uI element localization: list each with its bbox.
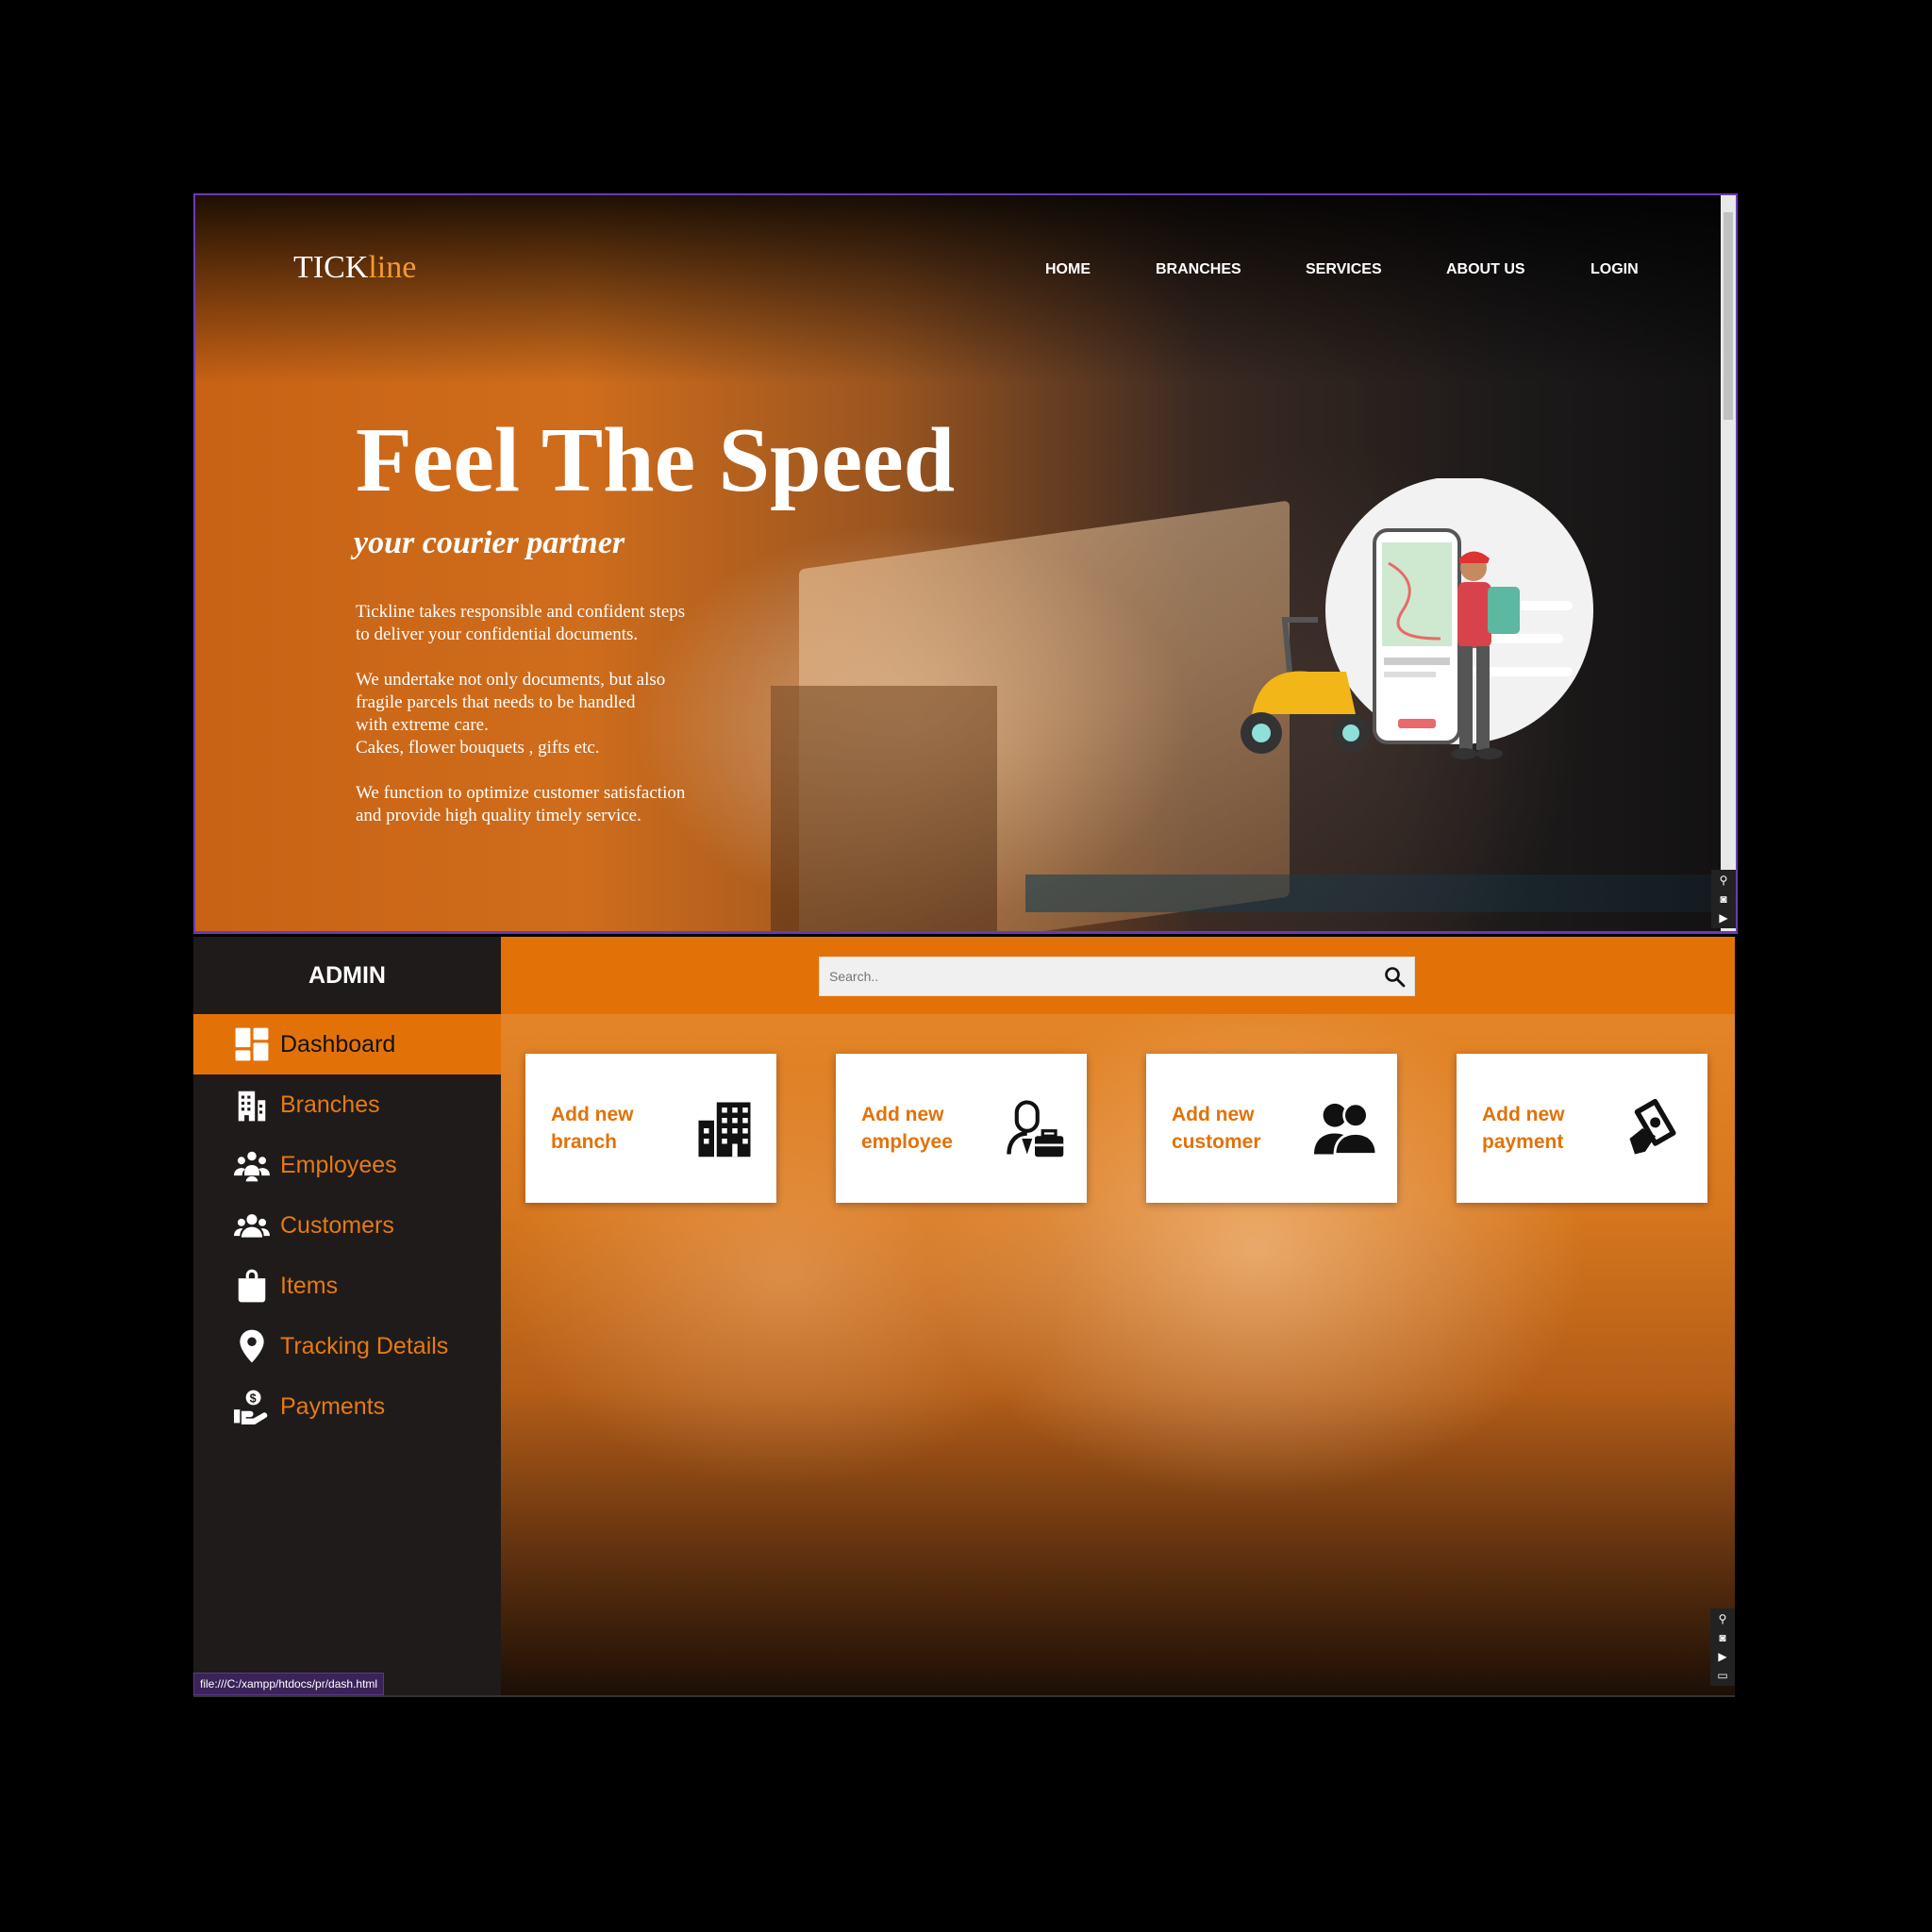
sidebar-item-items[interactable]: Items (193, 1256, 501, 1316)
add-employee-card[interactable]: Add new employee (836, 1054, 1087, 1203)
hero-paragraph: We function to optimize customer satisfa… (356, 783, 686, 825)
sidebar-title: ADMIN (193, 937, 501, 1014)
hero-title: Feel The Speed (356, 409, 956, 511)
search-input[interactable] (820, 968, 1374, 985)
nav-login[interactable]: LOGIN (1591, 261, 1639, 278)
search-icon (1385, 967, 1406, 988)
nav-about-us[interactable]: ABOUT US (1446, 261, 1525, 278)
sidebar-item-payments[interactable]: $ Payments (193, 1376, 501, 1437)
nav-home[interactable]: HOME (1045, 261, 1091, 278)
status-bar-url: file:///C:/xampp/htdocs/pr/dash.html (193, 1673, 385, 1695)
background-shelf (1025, 874, 1736, 912)
nav-services[interactable]: SERVICES (1306, 261, 1382, 278)
dashboard-icon (231, 1024, 273, 1065)
office-building-icon (698, 1102, 751, 1158)
customers-icon (231, 1205, 273, 1246)
sidebar-item-label: Employees (280, 1151, 397, 1178)
group-icon (231, 1144, 273, 1186)
hero-description: Tickline takes responsible and confident… (356, 601, 752, 850)
card-label: Add new payment (1482, 1104, 1565, 1153)
search-bar (819, 957, 1415, 996)
svg-text:$: $ (250, 1391, 257, 1405)
sidebar-item-label: Tracking Details (280, 1332, 449, 1359)
employee-briefcase-icon (1007, 1100, 1064, 1158)
link-icon[interactable]: ⚲ (1720, 874, 1728, 887)
screen-tools-panel: ⚲ ◙ ▶ (1711, 870, 1736, 928)
add-payment-card[interactable]: Add new payment (1457, 1054, 1707, 1203)
add-branch-card[interactable]: Add new branch (525, 1054, 776, 1203)
cash-hand-icon (1629, 1098, 1676, 1155)
building-icon (231, 1084, 273, 1125)
sidebar-item-label: Customers (280, 1211, 394, 1239)
card-label: Add new employee (861, 1104, 953, 1153)
window-icon[interactable]: ▭ (1717, 1669, 1727, 1682)
hero-subtitle: your courier partner (354, 525, 625, 560)
sidebar-item-tracking-details[interactable]: Tracking Details (193, 1316, 501, 1376)
landing-scrollbar[interactable] (1721, 195, 1736, 931)
sidebar-item-customers[interactable]: Customers (193, 1195, 501, 1256)
scrollbar-thumb[interactable] (1724, 212, 1733, 420)
hero-paragraph: We undertake not only documents, but als… (356, 670, 666, 758)
sidebar-item-label: Items (280, 1272, 339, 1299)
search-button[interactable] (1374, 957, 1414, 996)
hand-money-icon: $ (231, 1386, 273, 1427)
bag-icon (231, 1265, 273, 1307)
screen-tools-panel: ⚲ ◙ ▶ ▭ (1710, 1608, 1735, 1686)
admin-dashboard-window: ADMIN Dashboard Branches Employees Custo… (193, 937, 1735, 1697)
sidebar-item-branches[interactable]: Branches (193, 1074, 501, 1135)
card-label: Add new branch (551, 1104, 634, 1153)
location-pin-icon (231, 1325, 273, 1367)
add-customer-card[interactable]: Add new customer (1146, 1054, 1397, 1203)
sidebar-item-employees[interactable]: Employees (193, 1135, 501, 1195)
landing-page-window: TICKline HOME BRANCHES SERVICES ABOUT US… (193, 193, 1738, 934)
sidebar-item-label: Branches (280, 1091, 380, 1118)
delivery-illustration (1241, 478, 1593, 759)
card-label: Add new customer (1172, 1104, 1261, 1153)
sidebar-menu: Dashboard Branches Employees Customers I… (193, 1014, 501, 1437)
sidebar-item-dashboard[interactable]: Dashboard (193, 1014, 501, 1074)
background-parcel-dark (771, 686, 997, 931)
camera-icon[interactable]: ◙ (1720, 892, 1726, 906)
video-icon[interactable]: ▶ (1718, 1650, 1726, 1663)
dashboard-topbar (501, 937, 1735, 1014)
site-logo[interactable]: TICKline (293, 250, 416, 286)
link-icon[interactable]: ⚲ (1719, 1612, 1727, 1625)
camera-icon[interactable]: ◙ (1719, 1631, 1725, 1644)
sidebar: ADMIN Dashboard Branches Employees Custo… (193, 937, 501, 1695)
two-people-icon (1314, 1102, 1376, 1156)
sidebar-item-label: Payments (280, 1392, 386, 1420)
dashboard-main: Add new branch Add new employee Add new … (501, 937, 1735, 1695)
hero-paragraph: Tickline takes responsible and confident… (356, 602, 686, 644)
video-icon[interactable]: ▶ (1719, 911, 1727, 924)
nav-branches[interactable]: BRANCHES (1156, 261, 1241, 278)
sidebar-item-label: Dashboard (280, 1030, 396, 1058)
